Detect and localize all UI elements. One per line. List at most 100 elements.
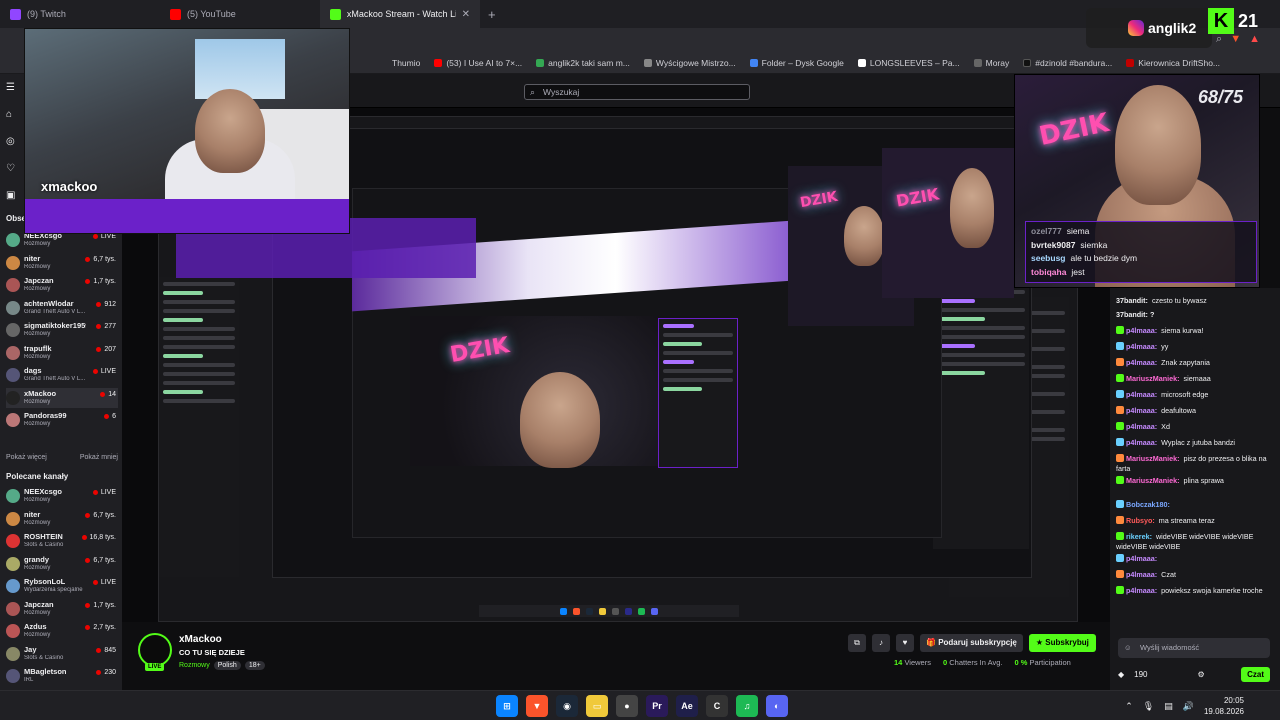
browser-tab-youtube[interactable]: (5) YouTube xyxy=(160,0,320,28)
language-tag[interactable]: Polish xyxy=(213,661,241,670)
channel-avatar xyxy=(6,556,20,571)
chat-input-placeholder: Wyślij wiadomość xyxy=(1140,643,1200,652)
streamer-avatar[interactable]: LIVE xyxy=(138,633,172,671)
windows-taskbar: ⊞ ▼ ◉ ▭ ● Pr Ae C ♫ ◐ ⌃ 🎙 ▤ 🔊 20:05 19.0… xyxy=(0,690,1280,720)
chat-input[interactable]: ☺ Wyślij wiadomość xyxy=(1118,638,1270,658)
bookmark[interactable]: LONGSLEEVES – Pa... xyxy=(857,58,960,68)
settings-icon[interactable]: ⚙ xyxy=(1198,670,1205,679)
followed-toggle: Pokaż więcej Pokaż mniej xyxy=(6,454,118,461)
sidebar-channel[interactable]: MBagletson IRL 230 xyxy=(6,666,118,686)
following-icon[interactable]: ♡ xyxy=(6,163,15,174)
channel-avatar xyxy=(6,323,20,337)
live-badge: LIVE xyxy=(145,663,165,671)
chat-panel: 37bandit: czesto tu bywasz 37bandit: ? p4… xyxy=(1110,288,1280,690)
live-dot-icon xyxy=(85,557,91,563)
channel-avatar xyxy=(6,669,20,683)
neon-sign: DZIK xyxy=(448,333,512,368)
bookmark[interactable]: (53) I Use AI to 7×... xyxy=(434,58,522,68)
sidebar-channel[interactable]: Jay Slots & Casino 845 xyxy=(6,644,118,664)
channel-avatar xyxy=(6,579,20,593)
bookmark[interactable]: Folder – Dysk Google xyxy=(749,58,844,68)
page-icon xyxy=(643,58,652,67)
streamer-name[interactable]: xMackoo xyxy=(179,634,222,645)
taskbar-apps: ⊞ ▼ ◉ ▭ ● Pr Ae C ♫ ◐ xyxy=(496,695,788,717)
sidebar-channel[interactable]: Japczan Rozmowy 1,7 tys. xyxy=(6,275,118,295)
channel-avatar xyxy=(6,278,20,292)
network-icon[interactable]: ▤ xyxy=(1164,701,1173,712)
category-link[interactable]: Rozmowy xyxy=(179,662,210,669)
sidebar-channel[interactable]: achtenWlodar Grand Theft Auto V L... 912 xyxy=(6,298,118,318)
bookmark[interactable]: Wyścigowe Mistrzo... xyxy=(643,58,736,68)
bookmark[interactable]: Thumio xyxy=(392,58,420,68)
new-tab-button[interactable]: + xyxy=(480,7,504,22)
notification-bell-icon[interactable]: ♪ xyxy=(872,634,890,652)
ccleaner-icon[interactable]: C xyxy=(706,695,728,717)
channel-category: Rozmowy xyxy=(24,421,51,427)
spotify-icon[interactable]: ♫ xyxy=(736,695,758,717)
tray-chevron-icon[interactable]: ⌃ xyxy=(1125,701,1133,712)
chat-send-button[interactable]: Czat xyxy=(1241,666,1270,682)
emote-icon[interactable]: ☺ xyxy=(1124,638,1132,658)
close-tab-icon[interactable]: ✕ xyxy=(462,9,470,20)
sidebar-channel[interactable]: NEEXcsgo Rozmowy LIVE xyxy=(6,486,118,506)
overlay-chat: ozel777 siema bvrtek9087 siemka seebusg ale t… xyxy=(1025,221,1257,283)
sidebar-nav-icons: ☰ ⌂ ◎ ♡ ▣ xyxy=(6,82,15,201)
sidebar-channel[interactable]: xMackoo Rozmowy 14 xyxy=(6,387,118,408)
channel-viewers: 16,8 tys. xyxy=(81,534,116,541)
sidebar-channel[interactable]: sigmatiktoker1959 Rozmowy 277 xyxy=(6,320,118,340)
sidebar-channel[interactable]: Azdus Rozmowy 2,7 tys. xyxy=(6,621,118,641)
chat-badge-icon xyxy=(1116,406,1124,414)
kick-number: 21 xyxy=(1238,10,1259,31)
sidebar-channel[interactable]: niter Rozmowy 6,7 tys. xyxy=(6,509,118,529)
channel-category: Rozmowy xyxy=(24,241,51,247)
clips-icon[interactable]: ▣ xyxy=(6,190,15,201)
sidebar-channel[interactable]: niter Rozmowy 6,7 tys. xyxy=(6,253,118,273)
share-button[interactable]: ⧉ xyxy=(848,634,866,652)
show-less-link[interactable]: Pokaż mniej xyxy=(80,454,118,461)
sidebar-channel[interactable]: dags Grand Theft Auto V L... LIVE xyxy=(6,365,118,385)
premiere-icon[interactable]: Pr xyxy=(646,695,668,717)
file-explorer-icon[interactable]: ▭ xyxy=(586,695,608,717)
windows-start-icon[interactable]: ⊞ xyxy=(496,695,518,717)
discord-icon[interactable]: ◐ xyxy=(766,695,788,717)
browser-tab-twitch[interactable]: (9) Twitch xyxy=(0,0,160,28)
home-icon[interactable]: ⌂ xyxy=(6,109,15,120)
sidebar-channel[interactable]: grandy Rozmowy 6,7 tys. xyxy=(6,554,118,574)
bookmark[interactable]: Kierownica DriftSho... xyxy=(1126,58,1220,68)
after-effects-icon[interactable]: Ae xyxy=(676,695,698,717)
chat-badge-icon xyxy=(1116,390,1124,398)
bookmark[interactable]: Moray xyxy=(973,58,1009,68)
menu-icon[interactable]: ☰ xyxy=(6,82,15,93)
subscribe-button[interactable]: ★ Subskrybuj xyxy=(1028,634,1096,652)
obs-icon[interactable]: ● xyxy=(616,695,638,717)
channel-viewers: 912 xyxy=(96,301,116,308)
show-more-link[interactable]: Pokaż więcej xyxy=(6,454,47,461)
search-input[interactable]: ⌕ Wyszukaj xyxy=(524,84,750,100)
volume-icon[interactable]: 🔊 xyxy=(1183,701,1194,712)
sidebar-channel[interactable]: RybsonLoL Wydarzenia specjalne LIVE xyxy=(6,576,118,596)
steam-icon[interactable]: ◉ xyxy=(556,695,578,717)
channel-category: Grand Theft Auto V L... xyxy=(24,376,86,382)
neon-sign-small: DZIK xyxy=(798,188,839,212)
live-dot-icon xyxy=(104,414,110,419)
page-icon xyxy=(1126,58,1135,67)
chat-message: MariuszManiek: siemaaa xyxy=(1116,374,1276,384)
channel-category: Slots & Casino xyxy=(24,542,64,548)
system-clock[interactable]: 20:05 19.08.2026 xyxy=(1204,695,1244,717)
sidebar-channel[interactable]: trapuflk Rozmowy 207 xyxy=(6,343,118,363)
sidebar-channel[interactable]: ROSHTEIN Slots & Casino 16,8 tys. xyxy=(6,531,118,551)
browser-tab-kick[interactable]: xMackoo Stream - Watch Live o ✕ xyxy=(320,0,480,28)
microphone-icon[interactable]: 🎙 xyxy=(1143,701,1154,712)
stream-info-bar xyxy=(122,622,1110,690)
channel-viewers: LIVE xyxy=(92,233,116,240)
tab-label: xMackoo Stream - Watch Live o xyxy=(346,9,456,19)
browse-icon[interactable]: ◎ xyxy=(6,136,15,147)
gift-sub-button[interactable]: 🎁 Podaruj subskrypcję xyxy=(920,634,1023,652)
bookmark[interactable]: #dzinold #bandura... xyxy=(1023,58,1112,68)
left-webcam-overlay: xmackoo xyxy=(24,28,350,234)
follow-heart-icon[interactable]: ♥ xyxy=(896,634,914,652)
bookmark[interactable]: anglik2k taki sam m... xyxy=(536,58,630,68)
sidebar-channel[interactable]: Pandoras99 Rozmowy 6 xyxy=(6,410,118,430)
brave-icon[interactable]: ▼ xyxy=(526,695,548,717)
sidebar-channel[interactable]: Japczan Rozmowy 1,7 tys. xyxy=(6,599,118,619)
